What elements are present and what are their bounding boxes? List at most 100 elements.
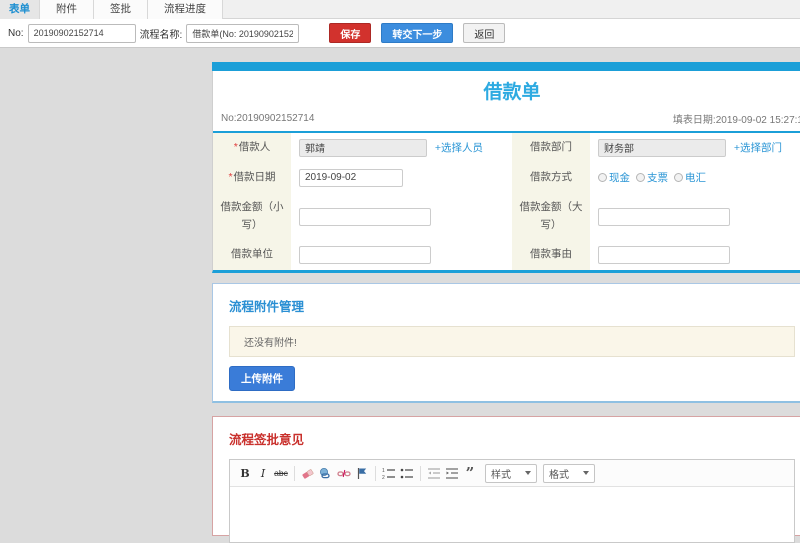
bulleted-list-icon[interactable] [398, 464, 416, 482]
amount-lower-label-cell: 借款金额（小写） [213, 192, 291, 241]
borrow-unit-label: 借款单位 [231, 248, 273, 261]
upload-attachment-button[interactable]: 上传附件 [229, 366, 295, 392]
approval-panel: 流程签批意见 B I abc 1 2 ” 样式 格式 [212, 416, 800, 543]
borrow-unit-label-cell: 借款单位 [213, 240, 291, 271]
borrow-reason-label: 借款事由 [530, 248, 572, 261]
tab-bar: 表单 附件 签批 流程进度 [0, 0, 800, 19]
amount-upper-input[interactable] [598, 207, 730, 226]
amount-upper-label-cell: 借款金额（大写） [512, 192, 590, 241]
italic-icon[interactable]: I [254, 464, 272, 482]
remove-format-icon[interactable] [299, 464, 317, 482]
chevron-down-icon [525, 471, 531, 476]
tab-attachments[interactable]: 附件 [40, 0, 94, 19]
radio-circle-icon [636, 173, 645, 183]
amount-upper-label: 借款金额（大写） [519, 200, 583, 231]
form-no-text: No:20190902152714 [221, 113, 315, 124]
pay-method-radio-group: 现金 支票 电汇 [598, 170, 800, 185]
attachments-title: 流程附件管理 [229, 300, 305, 315]
process-name-label: 流程名称: [139, 29, 183, 41]
department-input[interactable] [598, 138, 726, 157]
tab-form[interactable]: 表单 [0, 0, 40, 19]
editor-content[interactable] [230, 487, 794, 543]
pay-method-label-cell: 借款方式 [512, 162, 590, 193]
pay-method-label: 借款方式 [530, 170, 572, 183]
form-header-row: No:20190902152714 填表日期:2019-09-02 15:27:… [213, 106, 800, 133]
no-label: No: [8, 27, 24, 39]
loan-form-card: 借款单 No:20190902152714 填表日期:2019-09-02 15… [212, 71, 800, 274]
borrow-date-input[interactable] [299, 168, 403, 187]
tab-process-progress[interactable]: 流程进度 [148, 0, 223, 19]
top-toolbar: No: 流程名称: 保存 转交下一步 返回 [0, 19, 800, 48]
strikethrough-icon[interactable]: abc [272, 464, 290, 482]
table-row: *借款日期 借款方式 现金 支票 电汇 [213, 162, 800, 193]
borrow-date-label-cell: *借款日期 [213, 162, 291, 193]
amount-lower-label: 借款金额（小写） [220, 200, 284, 231]
borrow-unit-field-cell [291, 240, 512, 270]
amount-lower-field-cell [291, 193, 512, 241]
department-label: 借款部门 [530, 141, 572, 153]
save-button[interactable]: 保存 [329, 23, 372, 43]
amount-upper-field-cell [590, 193, 800, 241]
approval-title: 流程签批意见 [229, 433, 305, 448]
editor-toolbar: B I abc 12 ” 样式 格式 [230, 460, 794, 488]
panel-top-bar [212, 62, 800, 71]
link-icon[interactable] [317, 464, 335, 482]
loan-form-table: *借款人 +选择人员 借款部门 +选择部门 *借款日期 [213, 133, 800, 271]
borrow-reason-input[interactable] [598, 246, 730, 265]
process-name-input[interactable] [186, 23, 300, 43]
numbered-list-icon[interactable]: 12 [380, 464, 398, 482]
radio-cheque-label: 支票 [647, 172, 668, 185]
table-row: 借款单位 借款事由 [213, 240, 800, 271]
tab-approval[interactable]: 签批 [94, 0, 148, 19]
no-attachments-message: 还没有附件! [229, 326, 795, 358]
radio-wire[interactable]: 电汇 [674, 170, 706, 185]
back-button[interactable]: 返回 [463, 23, 506, 43]
pay-method-field-cell: 现金 支票 电汇 [590, 163, 800, 193]
borrow-reason-label-cell: 借款事由 [512, 240, 590, 271]
blockquote-icon[interactable]: ” [461, 464, 479, 482]
process-no-input[interactable] [27, 23, 136, 43]
anchor-flag-icon[interactable] [353, 464, 371, 482]
department-label-cell: 借款部门 [512, 133, 590, 163]
select-department-link[interactable]: +选择部门 [734, 142, 782, 154]
rich-text-editor: B I abc 12 ” 样式 格式 [229, 459, 795, 543]
toolbar-separator [420, 465, 421, 481]
amount-lower-input[interactable] [299, 207, 431, 226]
radio-cash-label: 现金 [609, 172, 630, 185]
radio-circle-icon [598, 173, 607, 183]
toolbar-separator [375, 465, 376, 481]
svg-text:1: 1 [382, 468, 385, 474]
attachments-panel: 流程附件管理 还没有附件! 上传附件 [212, 283, 800, 404]
radio-cheque[interactable]: 支票 [636, 170, 668, 185]
svg-text:2: 2 [382, 475, 385, 480]
borrower-input[interactable] [299, 138, 427, 157]
borrow-reason-field-cell [590, 240, 800, 270]
styles-dropdown[interactable]: 样式 [485, 463, 537, 483]
radio-cash[interactable]: 现金 [598, 170, 630, 185]
bold-icon[interactable]: B [236, 464, 254, 482]
format-dropdown[interactable]: 格式 [543, 463, 595, 483]
form-title: 借款单 [483, 82, 541, 103]
borrower-label-cell: *借款人 [213, 133, 291, 163]
borrow-date-field-cell [291, 163, 512, 193]
form-date-text: 填表日期:2019-09-02 15:27:1 [672, 115, 800, 126]
indent-icon[interactable] [443, 464, 461, 482]
toolbar-separator [294, 465, 295, 481]
department-field-cell: +选择部门 [590, 133, 800, 163]
main-panel: 借款单 No:20190902152714 填表日期:2019-09-02 15… [212, 62, 800, 543]
required-mark: * [233, 141, 238, 153]
forward-next-step-button[interactable]: 转交下一步 [381, 23, 454, 43]
borrower-field-cell: +选择人员 [291, 133, 512, 163]
table-row: *借款人 +选择人员 借款部门 +选择部门 [213, 133, 800, 163]
radio-wire-label: 电汇 [685, 172, 706, 185]
borrower-label: 借款人 [238, 141, 271, 153]
select-person-link[interactable]: +选择人员 [435, 142, 483, 154]
radio-circle-icon [674, 173, 683, 183]
chevron-down-icon [583, 471, 589, 476]
borrow-date-label: 借款日期 [233, 170, 276, 183]
unlink-icon[interactable] [335, 464, 353, 482]
borrow-unit-input[interactable] [299, 246, 431, 265]
required-mark: * [228, 170, 233, 183]
outdent-icon[interactable] [425, 464, 443, 482]
format-dropdown-label: 格式 [549, 469, 569, 481]
